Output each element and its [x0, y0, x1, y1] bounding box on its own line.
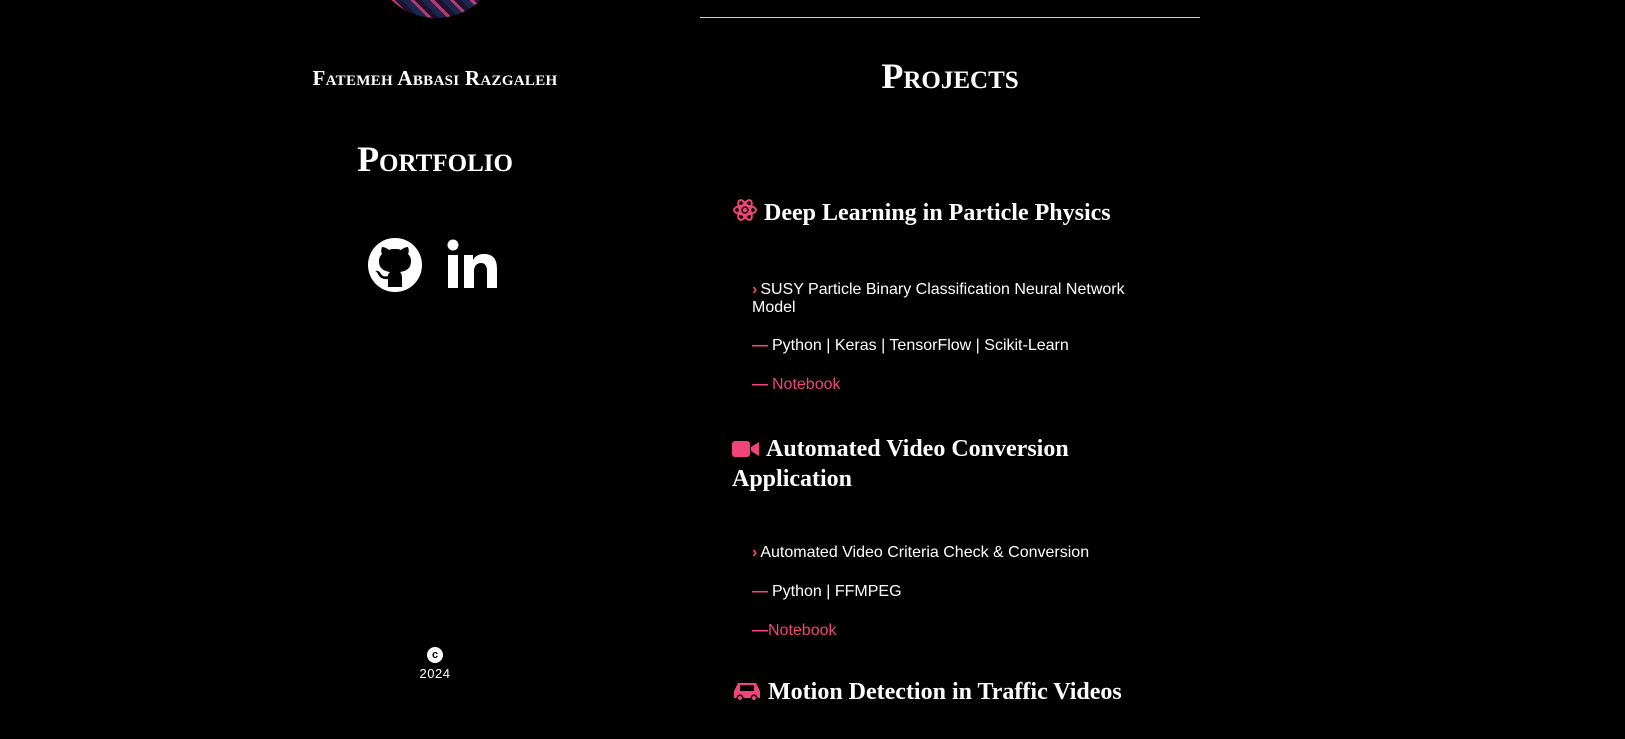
avatar — [372, 0, 500, 18]
description-text: SUSY Particle Binary Classification Neur… — [752, 281, 1125, 316]
github-link[interactable] — [367, 237, 423, 293]
description-text: Automated Video Criteria Check & Convers… — [760, 544, 1090, 561]
project-description: › Automated Video Criteria Check & Conver… — [752, 544, 1152, 562]
project-description: › SUSY Particle Binary Classification Neu… — [752, 281, 1152, 317]
portfolio-title: Portfolio — [357, 139, 513, 179]
project-title-text: Motion Detection in Traffic Videos — [768, 679, 1122, 705]
linkedin-icon — [447, 239, 497, 288]
project-title: Deep Learning in Particle Physics — [732, 197, 1172, 230]
copyright-year: 2024 — [419, 666, 451, 681]
project-stack: — Python | Keras | TensorFlow | Scikit-Le… — [752, 337, 1152, 355]
projects-section: Projects Deep Learning in Particle Physi… — [700, 0, 1200, 739]
project-card: Deep Learning in Particle Physics › SUSY … — [732, 197, 1172, 393]
project-title: Automated Video Conversion Application — [732, 436, 1172, 493]
copyright-icon: c — [427, 647, 443, 663]
dash-icon: — — [752, 376, 768, 393]
dash-icon: — — [752, 583, 768, 600]
copyright: c 2024 — [395, 646, 475, 681]
divider — [700, 17, 1200, 18]
car-icon — [732, 680, 762, 709]
stack-text: Python | Keras | TensorFlow | Scikit-Lea… — [772, 337, 1069, 354]
chevron-right-icon: › — [752, 544, 758, 561]
section-title: Projects — [881, 56, 1019, 96]
chevron-right-icon: › — [752, 281, 758, 298]
project-link-row: —Notebook — [752, 622, 1152, 640]
video-camera-icon — [732, 439, 760, 466]
project-title-text: Automated Video Conversion Application — [732, 436, 1069, 492]
notebook-link[interactable]: Notebook — [768, 622, 837, 639]
linkedin-link[interactable] — [447, 238, 501, 292]
notebook-link[interactable]: Notebook — [772, 376, 841, 393]
github-icon — [368, 238, 422, 292]
project-link-row: —Notebook — [752, 376, 1152, 394]
project-title: Motion Detection in Traffic Videos — [732, 679, 1172, 709]
social-links — [367, 235, 501, 295]
stack-text: Python | FFMPEG — [772, 583, 902, 600]
project-stack: — Python | FFMPEG — [752, 583, 1152, 601]
project-title-text: Deep Learning in Particle Physics — [764, 200, 1111, 226]
dash-icon: — — [752, 622, 768, 639]
owner-name: Fatemeh Abbasi Razgaleh — [312, 66, 558, 90]
atom-icon — [732, 197, 758, 230]
project-card: Motion Detection in Traffic Videos — [732, 679, 1172, 709]
dash-icon: — — [752, 337, 768, 354]
project-card: Automated Video Conversion Application ›… — [732, 436, 1172, 639]
